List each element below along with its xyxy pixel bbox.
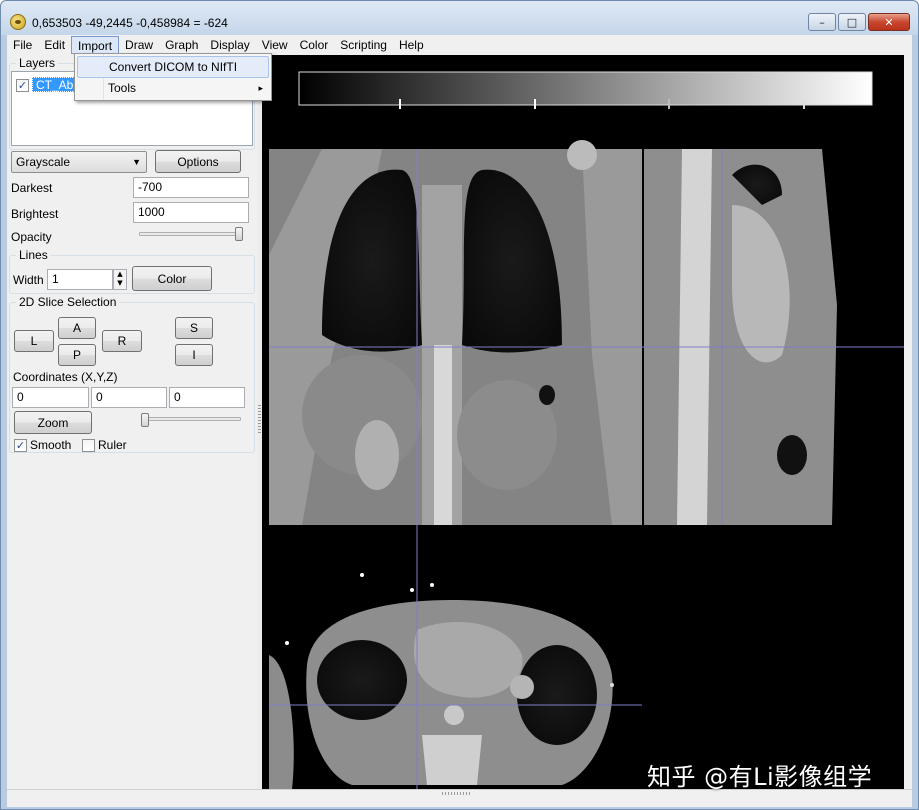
menu-item-convert-dicom[interactable]: Convert DICOM to NIfTI — [77, 56, 269, 78]
coord-x-input[interactable]: 0 — [12, 387, 89, 408]
title-bar[interactable]: 0,653503 -49,2445 -0,458984 = -624 – □ ✕ — [1, 1, 918, 35]
zoom-button[interactable]: Zoom — [14, 411, 92, 434]
menu-help[interactable]: Help — [393, 36, 430, 54]
ruler-checkbox[interactable] — [82, 439, 95, 452]
image-viewer[interactable] — [262, 55, 904, 789]
zoom-slider-thumb[interactable] — [141, 413, 149, 427]
colormap-select[interactable]: Grayscale ▼ — [11, 151, 147, 173]
import-dropdown-menu: Convert DICOM to NIfTI Tools ▸ — [74, 53, 272, 101]
width-stepper[interactable]: ▲ ▼ — [113, 269, 127, 290]
opacity-slider-track[interactable] — [139, 232, 243, 236]
view-left-button[interactable]: L — [14, 330, 54, 352]
opacity-slider-thumb[interactable] — [235, 227, 243, 241]
ct-render[interactable] — [262, 55, 904, 789]
menu-item-tools[interactable]: Tools ▸ — [77, 78, 269, 100]
status-grip[interactable] — [442, 792, 472, 795]
ruler-label: Ruler — [98, 438, 127, 452]
line-color-button[interactable]: Color — [132, 266, 212, 291]
minimize-icon: – — [819, 15, 825, 29]
maximize-button[interactable]: □ — [838, 13, 866, 31]
menu-item-label: Tools — [108, 81, 137, 95]
check-icon: ✓ — [17, 79, 28, 92]
brightest-label: Brightest — [11, 207, 59, 221]
maximize-icon: □ — [846, 15, 858, 29]
opacity-label: Opacity — [11, 230, 52, 244]
chevron-down-icon: ▼ — [132, 157, 141, 167]
spin-up-icon[interactable]: ▲ — [114, 270, 126, 279]
spin-down-icon[interactable]: ▼ — [114, 279, 126, 288]
watermark: 知乎 @有Li影像组学 — [647, 763, 873, 791]
colorbar — [298, 71, 873, 109]
menu-import[interactable]: Import — [71, 36, 120, 54]
submenu-arrow-icon: ▸ — [258, 83, 263, 93]
close-button[interactable]: ✕ — [868, 13, 910, 31]
control-panel: Layers ✓ CT_Abc Grayscale ▼ Options Dark… — [7, 55, 257, 789]
client-area: Layers ✓ CT_Abc Grayscale ▼ Options Dark… — [7, 55, 912, 789]
layers-legend: Layers — [19, 56, 56, 70]
zoom-slider-track[interactable] — [141, 417, 241, 421]
window-controls: – □ ✕ — [808, 13, 910, 31]
menu-item-label: Convert DICOM to NIfTI — [109, 60, 238, 74]
check-icon: ✓ — [15, 439, 26, 452]
view-right-button[interactable]: R — [102, 330, 142, 352]
width-input[interactable]: 1 — [47, 269, 113, 290]
options-button[interactable]: Options — [155, 150, 241, 173]
view-superior-button[interactable]: S — [175, 317, 213, 339]
slice-selection-legend: 2D Slice Selection — [19, 295, 117, 309]
menu-scripting[interactable]: Scripting — [334, 36, 393, 54]
darkest-input[interactable]: -700 — [133, 177, 249, 198]
layer-visible-checkbox[interactable]: ✓ — [16, 79, 29, 92]
menu-draw[interactable]: Draw — [119, 36, 159, 54]
brightest-input[interactable]: 1000 — [133, 202, 249, 223]
view-anterior-button[interactable]: A — [58, 317, 96, 339]
app-icon[interactable] — [10, 14, 26, 30]
coronal-slice[interactable] — [269, 140, 642, 525]
lines-legend: Lines — [19, 248, 48, 262]
axial-slice[interactable] — [269, 573, 614, 789]
smooth-checkbox[interactable]: ✓ — [14, 439, 27, 452]
menu-graph[interactable]: Graph — [159, 36, 204, 54]
coord-y-input[interactable]: 0 — [91, 387, 167, 408]
colormap-value: Grayscale — [16, 155, 71, 169]
menu-file[interactable]: File — [7, 36, 38, 54]
menu-color[interactable]: Color — [294, 36, 335, 54]
smooth-label: Smooth — [30, 438, 72, 452]
minimize-button[interactable]: – — [808, 13, 836, 31]
view-posterior-button[interactable]: P — [58, 344, 96, 366]
splitter-grip[interactable] — [258, 405, 261, 435]
width-label: Width — [13, 273, 44, 287]
window-title: 0,653503 -49,2445 -0,458984 = -624 — [32, 16, 228, 30]
menu-view[interactable]: View — [256, 36, 294, 54]
coordinates-label: Coordinates (X,Y,Z) — [13, 370, 118, 384]
darkest-label: Darkest — [11, 181, 53, 195]
view-inferior-button[interactable]: I — [175, 344, 213, 366]
close-icon: ✕ — [884, 15, 894, 29]
coord-z-input[interactable]: 0 — [169, 387, 245, 408]
menu-bar: File Edit Import Draw Graph Display View… — [7, 35, 912, 55]
menu-display[interactable]: Display — [204, 36, 255, 54]
sagittal-slice[interactable] — [642, 149, 840, 525]
menu-edit[interactable]: Edit — [38, 36, 71, 54]
app-window: 0,653503 -49,2445 -0,458984 = -624 – □ ✕… — [0, 0, 919, 810]
